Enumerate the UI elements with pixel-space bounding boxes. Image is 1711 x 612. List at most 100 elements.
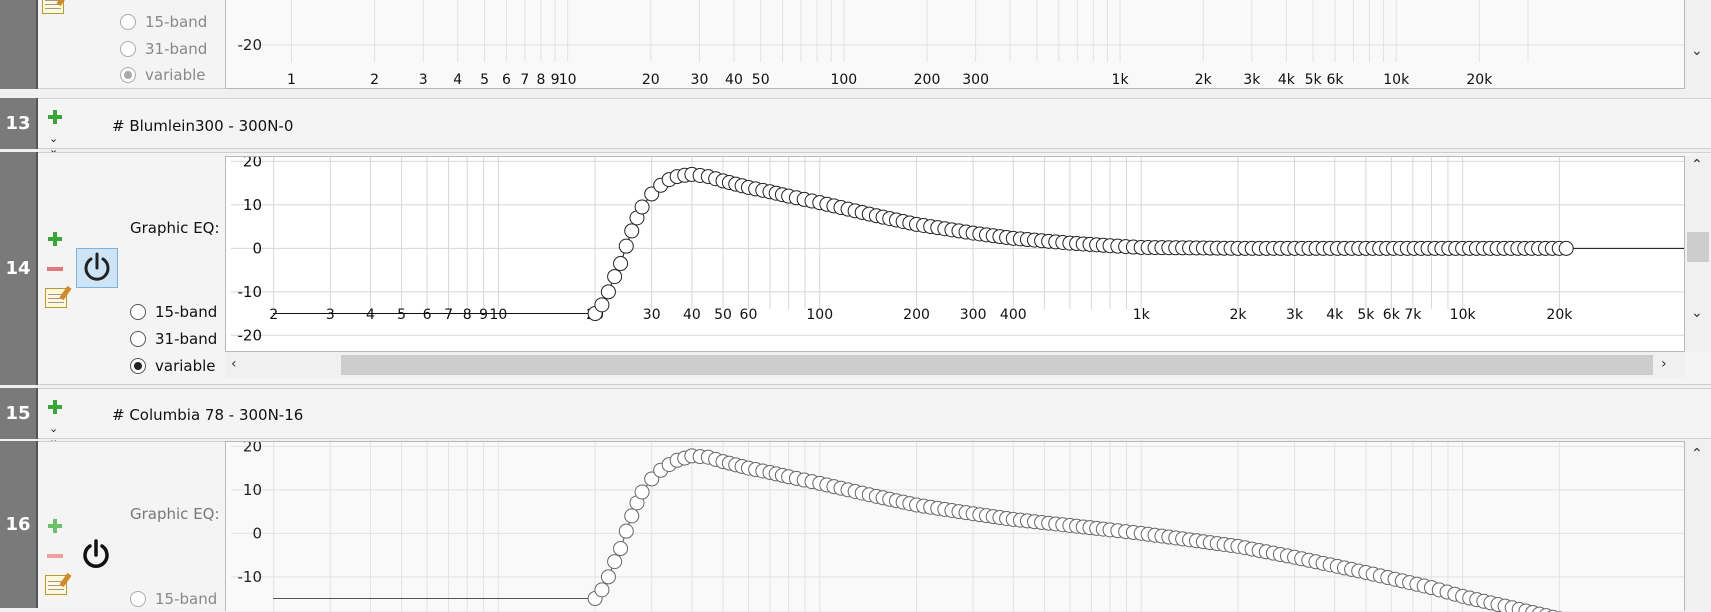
x-tick-label: 7 xyxy=(520,72,529,88)
radio-variable[interactable]: variable xyxy=(120,66,206,84)
eq-handles[interactable] xyxy=(588,449,1573,612)
power-icon xyxy=(77,249,117,287)
edit-notepad-icon[interactable] xyxy=(42,0,64,14)
x-tick-label: 400 xyxy=(1000,307,1027,323)
row-14-horizontal-scrollbar[interactable]: ‹ › xyxy=(225,352,1685,378)
radio-15-band-label: 15-band xyxy=(155,590,217,608)
radio-15-band[interactable]: 15-band xyxy=(120,13,207,31)
eq-point-handle[interactable] xyxy=(1559,241,1573,255)
row-number-13: 13 xyxy=(0,98,38,149)
scroll-down-arrow-icon[interactable]: ⌄ xyxy=(1691,306,1703,320)
x-tick-label: 7 xyxy=(444,307,453,323)
x-tick-label: 10k xyxy=(1383,72,1410,88)
y-tick-label: -10 xyxy=(238,283,263,301)
x-tick-label: 100 xyxy=(830,72,857,88)
y-tick-label: 10 xyxy=(243,481,262,499)
row-number-16: 16 xyxy=(0,441,38,608)
row-12: 15-band 31-band variable -20123456789102… xyxy=(0,0,1711,89)
y-tick-label: 0 xyxy=(252,524,262,542)
eq-handles[interactable] xyxy=(588,167,1573,320)
scroll-down-arrow-icon[interactable]: ⌄ xyxy=(1691,44,1703,58)
eq-point-handle[interactable] xyxy=(601,285,615,299)
x-tick-label: 2k xyxy=(1229,307,1247,323)
graphic-eq-label: Graphic EQ: xyxy=(130,219,220,237)
eq-point-handle[interactable] xyxy=(625,224,639,238)
row-16-graph[interactable]: 20100-10-20 xyxy=(225,441,1685,611)
add-row-plus-icon[interactable] xyxy=(47,109,63,125)
x-tick-label: 5 xyxy=(397,307,406,323)
power-toggle-button[interactable] xyxy=(76,536,118,576)
eq-point-handle[interactable] xyxy=(601,570,615,584)
row-12-vertical-scrollbar[interactable]: ⌄ xyxy=(1685,0,1711,89)
x-tick-label: 9 xyxy=(479,307,488,323)
x-tick-label: 3 xyxy=(419,72,428,88)
radio-31-band-label: 31-band xyxy=(145,40,207,58)
eq-point-handle[interactable] xyxy=(608,270,622,284)
scroll-left-arrow-icon[interactable]: ‹ xyxy=(231,357,237,371)
radio-31-band[interactable]: 31-band xyxy=(130,330,217,348)
x-tick-label: 10 xyxy=(559,72,577,88)
radio-15-band[interactable]: 15-band xyxy=(130,590,217,608)
row-number-15: 15 xyxy=(0,388,38,439)
edit-notepad-icon[interactable] xyxy=(45,575,67,595)
remove-row-minus-icon[interactable] xyxy=(47,267,63,271)
x-tick-label: 2k xyxy=(1195,72,1213,88)
x-tick-label: 8 xyxy=(463,307,472,323)
row-12-graph[interactable]: -2012345678910203040501002003001k2k3k4k5… xyxy=(225,0,1685,89)
x-tick-label: 30 xyxy=(643,307,661,323)
horizontal-scroll-thumb[interactable] xyxy=(341,355,1653,375)
x-tick-label: 20k xyxy=(1546,307,1573,323)
eq-point-handle[interactable] xyxy=(625,509,639,523)
eq-point-handle[interactable] xyxy=(595,298,609,312)
eq-point-handle[interactable] xyxy=(619,239,633,253)
comment-text[interactable]: # Blumlein300 - 300N-0 xyxy=(112,117,293,135)
row-14-graph-svg: 20100-10-2023456789102030405060100200300… xyxy=(226,157,1686,353)
grid-lines xyxy=(252,0,1684,62)
add-row-plus-icon[interactable] xyxy=(47,231,63,247)
radio-variable-label: variable xyxy=(155,357,216,375)
row-13-body: ⌄⌄ # Blumlein300 - 300N-0 xyxy=(38,98,1711,149)
x-tick-label: 1k xyxy=(1133,307,1151,323)
row-14-graph[interactable]: 20100-10-2023456789102030405060100200300… xyxy=(225,156,1685,352)
radio-15-band-label: 15-band xyxy=(155,303,217,321)
edit-notepad-icon[interactable] xyxy=(45,288,67,308)
vertical-scroll-thumb[interactable] xyxy=(1687,232,1709,262)
power-icon xyxy=(76,536,116,574)
remove-row-minus-icon[interactable] xyxy=(47,554,63,558)
x-tick-label: 4k xyxy=(1278,72,1296,88)
radio-31-band[interactable]: 31-band xyxy=(120,40,207,58)
x-tick-label: 1k xyxy=(1112,72,1130,88)
radio-15-band-label: 15-band xyxy=(145,13,207,31)
comment-text[interactable]: # Columbia 78 - 300N-16 xyxy=(112,406,303,424)
radio-variable[interactable]: variable xyxy=(130,357,216,375)
eq-point-handle[interactable] xyxy=(595,583,609,597)
row-16-vertical-scrollbar[interactable]: ⌃ xyxy=(1685,441,1711,608)
row-14: 14 Graphic EQ: 15-band 31-band variable … xyxy=(0,152,1711,385)
radio-variable-label: variable xyxy=(145,66,206,84)
graphic-eq-label: Graphic EQ: xyxy=(130,505,220,523)
eq-point-handle[interactable] xyxy=(614,542,628,556)
scroll-up-arrow-icon[interactable]: ⌃ xyxy=(1691,447,1703,461)
row-15-body: ⌄⌄ # Columbia 78 - 300N-16 xyxy=(38,388,1711,439)
eq-point-handle[interactable] xyxy=(608,555,622,569)
eq-point-handle[interactable] xyxy=(635,485,649,499)
row-14-vertical-scrollbar[interactable]: ⌃ ⌄ xyxy=(1685,156,1711,352)
eq-point-handle[interactable] xyxy=(619,524,633,538)
x-tick-label: 6 xyxy=(502,72,511,88)
eq-point-handle[interactable] xyxy=(635,200,649,214)
add-row-plus-icon[interactable] xyxy=(47,518,63,534)
radio-15-band[interactable]: 15-band xyxy=(130,303,217,321)
x-tick-label: 50 xyxy=(714,307,732,323)
scroll-right-arrow-icon[interactable]: › xyxy=(1661,357,1667,371)
x-tick-label: 3k xyxy=(1286,307,1304,323)
x-tick-label: 40 xyxy=(725,72,743,88)
scroll-up-arrow-icon[interactable]: ⌃ xyxy=(1691,158,1703,172)
add-row-plus-icon[interactable] xyxy=(47,399,63,415)
eq-point-handle[interactable] xyxy=(614,257,628,271)
x-tick-label: 50 xyxy=(752,72,770,88)
y-tick-label: -10 xyxy=(238,568,263,586)
y-tick-label: -20 xyxy=(238,326,263,344)
x-tick-label: 1 xyxy=(287,72,296,88)
power-toggle-button[interactable] xyxy=(76,248,118,288)
x-tick-label: 200 xyxy=(903,307,930,323)
